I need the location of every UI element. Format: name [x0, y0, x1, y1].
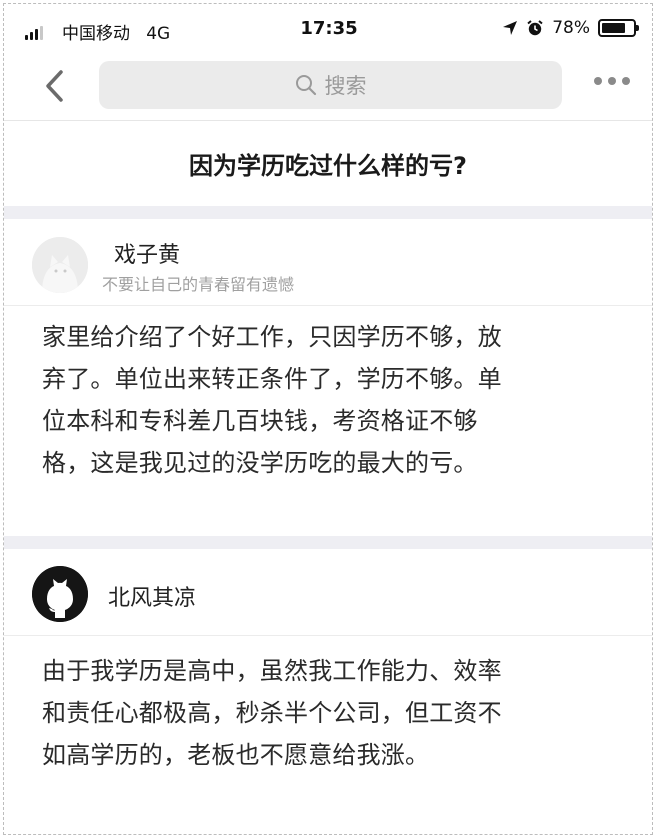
alarm-clock-icon: [527, 20, 543, 36]
search-placeholder: 搜索: [324, 74, 367, 98]
answer-author-header[interactable]: 戏子黄 不要让自己的青春留有遗憾: [4, 219, 652, 306]
app-screen: 中国移动 4G 17:35 78% 搜索 因为学历吃过什么样的亏? 戏子黄 不要…: [3, 3, 653, 835]
answer-author-header[interactable]: 北风其凉: [4, 549, 652, 636]
answer-line: 家里给介绍了个好工作，只因学历不够，放: [42, 323, 502, 351]
battery-percent: 78%: [552, 18, 590, 38]
section-separator: [4, 536, 652, 549]
question-title[interactable]: 因为学历吃过什么样的亏?: [4, 120, 652, 206]
search-icon: [295, 75, 316, 96]
nav-bar: 搜索: [4, 56, 652, 121]
answer-content[interactable]: 家里给介绍了个好工作，只因学历不够，放 弃了。单位出来转正条件了，学历不够。单 …: [42, 316, 617, 484]
search-bar[interactable]: 搜索: [99, 61, 562, 109]
chevron-left-icon: [46, 70, 63, 102]
github-octocat-icon: [32, 566, 88, 622]
author-bio: 不要让自己的青春留有遗憾: [102, 275, 295, 294]
answer-line: 位本科和专科差几百块钱，考资格证不够: [42, 407, 478, 435]
more-options-button[interactable]: [594, 77, 630, 85]
answer-line: 如高学历的，老板也不愿意给我涨。: [42, 741, 430, 769]
battery-icon: [598, 19, 639, 37]
more-dot-icon: [594, 77, 602, 85]
answer-line: 格，这是我见过的没学历吃的最大的亏。: [42, 449, 478, 477]
answer-content[interactable]: 由于我学历是高中，虽然我工作能力、效率 和责任心都极高，秒杀半个公司，但工资不 …: [42, 650, 617, 776]
avatar: [32, 237, 88, 293]
answer-line: 弃了。单位出来转正条件了，学历不够。单: [42, 365, 502, 393]
more-dot-icon: [608, 77, 616, 85]
back-button[interactable]: [40, 66, 70, 106]
avatar: [32, 566, 88, 622]
more-dot-icon: [622, 77, 630, 85]
cat-avatar-icon: [32, 237, 88, 293]
author-name: 戏子黄: [114, 243, 181, 268]
author-name: 北风其凉: [108, 586, 197, 611]
location-arrow-icon: [503, 21, 518, 35]
answer-line: 由于我学历是高中，虽然我工作能力、效率: [42, 657, 502, 685]
section-separator: [4, 206, 652, 219]
status-bar: 中国移动 4G 17:35 78%: [4, 4, 652, 56]
battery-fill: [602, 23, 625, 33]
answer-line: 和责任心都极高，秒杀半个公司，但工资不: [42, 699, 502, 727]
